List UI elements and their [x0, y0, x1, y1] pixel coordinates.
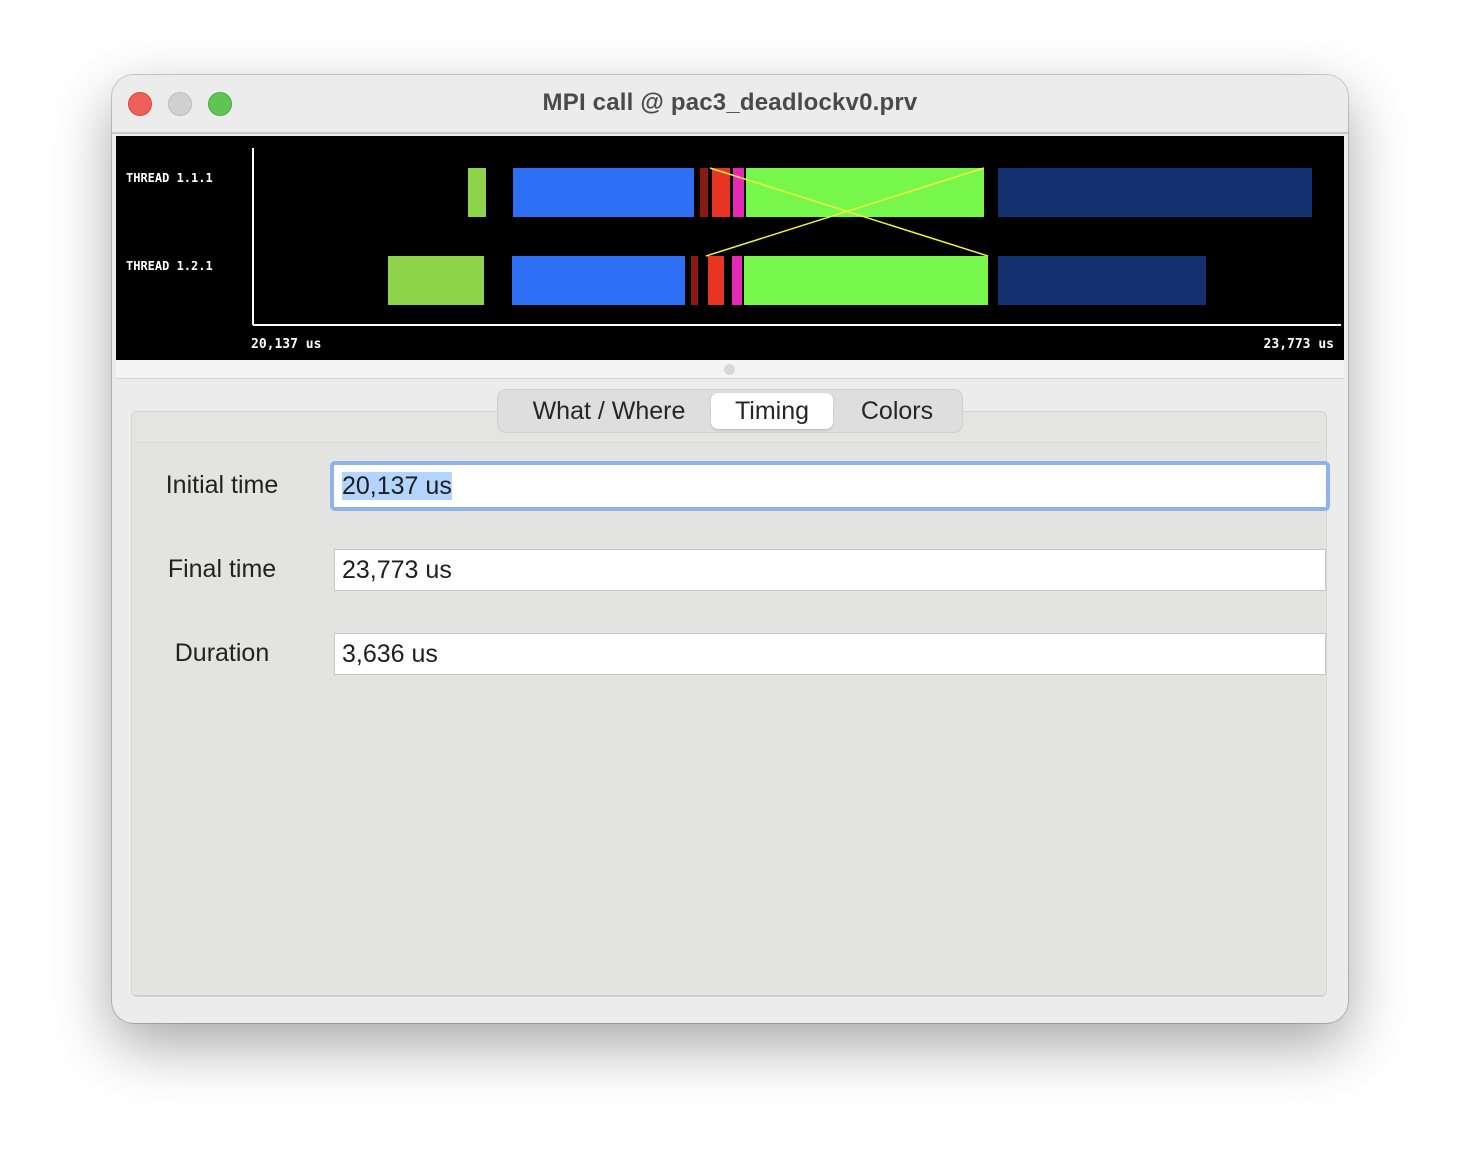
- timing-pane: Initial time 20,137 us Final time 23,773…: [135, 442, 1330, 996]
- initial-time-label: Initial time: [165, 471, 279, 499]
- timeline-end-label: 23,773 us: [1264, 337, 1334, 352]
- state-light-green-row1: [468, 168, 486, 217]
- duration-label: Duration: [174, 639, 270, 667]
- state-navy-row2: [998, 256, 1206, 305]
- timeline-start-label: 20,137 us: [251, 337, 321, 352]
- initial-time-field[interactable]: 20,137 us: [330, 461, 1330, 511]
- row-label-thread-1-1-1: THREAD 1.1.1: [126, 171, 213, 185]
- final-time-field[interactable]: 23,773 us: [334, 549, 1326, 591]
- state-light-green-row2: [388, 256, 484, 305]
- tab-panel: Initial time 20,137 us Final time 23,773…: [131, 411, 1330, 997]
- state-navy-row1: [998, 168, 1312, 217]
- split-handle[interactable]: [116, 360, 1344, 379]
- tab-colors[interactable]: Colors: [837, 393, 957, 429]
- state-bright-green-row2: [744, 256, 988, 305]
- tab-timing[interactable]: Timing: [711, 393, 833, 429]
- state-dark-red-row2: [691, 256, 698, 305]
- state-red-row1: [712, 168, 730, 217]
- initial-time-value: 20,137 us: [342, 472, 452, 500]
- state-dark-red-row1: [700, 168, 708, 217]
- tab-what-where[interactable]: What / Where: [510, 393, 708, 429]
- title-bar: MPI call @ pac3_deadlockv0.prv: [112, 75, 1348, 134]
- state-blue-row2: [512, 256, 685, 305]
- final-time-label: Final time: [167, 555, 277, 583]
- tab-bar: What / Where Timing Colors: [497, 389, 963, 433]
- window-title: MPI call @ pac3_deadlockv0.prv: [542, 89, 918, 116]
- state-red-row2: [708, 256, 724, 305]
- state-bright-green-row1: [746, 168, 984, 217]
- timeline-canvas[interactable]: THREAD 1.1.1 THREAD 1.2.1 20,137 us 23,7…: [116, 136, 1344, 360]
- state-blue-row1: [513, 168, 694, 217]
- duration-field[interactable]: 3,636 us: [334, 633, 1326, 675]
- mpi-call-window: MPI call @ pac3_deadlockv0.prv THREAD 1.…: [112, 75, 1348, 1023]
- split-handle-grip[interactable]: [724, 364, 735, 375]
- timeline-view[interactable]: THREAD 1.1.1 THREAD 1.2.1 20,137 us 23,7…: [116, 136, 1344, 360]
- state-magenta-row2: [732, 256, 742, 305]
- row-label-thread-1-2-1: THREAD 1.2.1: [126, 259, 213, 273]
